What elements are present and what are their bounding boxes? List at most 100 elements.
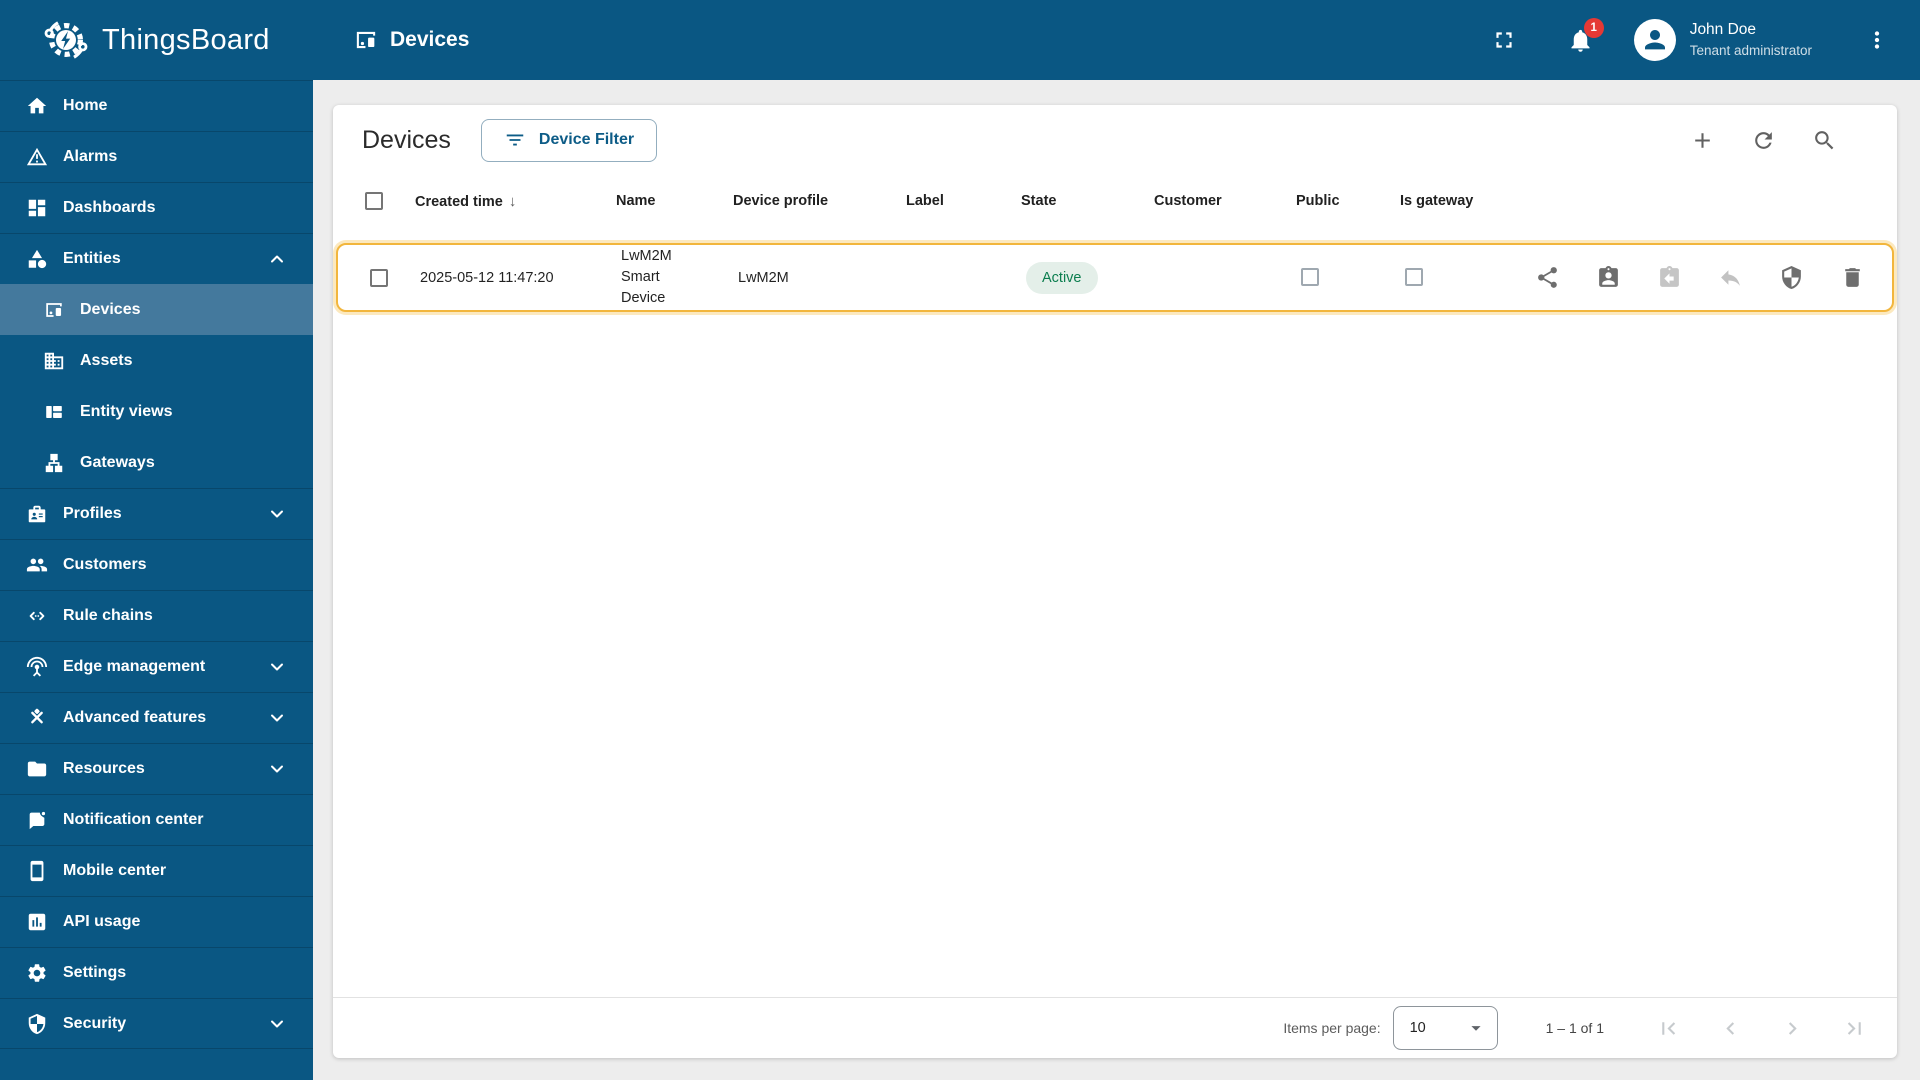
customers-icon <box>26 558 48 572</box>
column-header-device-profile[interactable]: Device profile <box>733 193 906 209</box>
sidebar-item-label: Mobile center <box>63 862 167 879</box>
sidebar-item-home[interactable]: Home <box>0 80 313 131</box>
fullscreen-button[interactable] <box>1491 27 1517 53</box>
column-header-is-gateway[interactable]: Is gateway <box>1400 193 1530 209</box>
pagination-controls <box>1656 1016 1867 1041</box>
sidebar-item-label: Customers <box>63 556 147 573</box>
devices-icon <box>46 302 62 317</box>
delete-icon <box>1845 268 1860 287</box>
share-icon <box>1538 267 1557 288</box>
chevron-down-icon <box>271 663 283 671</box>
sidebar-item-edge-management[interactable]: Edge management <box>0 641 313 692</box>
chevron-up-icon <box>271 255 283 263</box>
unassign-icon <box>1721 270 1740 286</box>
cell-state: Active <box>1026 261 1159 294</box>
more-menu-button[interactable] <box>1864 27 1890 53</box>
previous-page-icon <box>1726 1021 1735 1035</box>
chevron-down-icon <box>271 714 283 722</box>
sidebar-item-label: Settings <box>63 964 127 981</box>
sidebar-item-entity-views[interactable]: Entity views <box>0 386 313 437</box>
notification-badge: 1 <box>1583 17 1604 38</box>
main-content: Devices Device Filter Created time ↓ Nam… <box>313 80 1920 1080</box>
page-title: Devices <box>362 125 451 154</box>
sidebar-item-security[interactable]: Security <box>0 998 313 1049</box>
sidebar-item-customers[interactable]: Customers <box>0 539 313 590</box>
previous-page-button[interactable] <box>1718 1016 1743 1041</box>
sidebar-item-label: Entities <box>63 250 121 267</box>
make-public-button[interactable] <box>1657 265 1682 290</box>
sidebar-item-advanced-features[interactable]: Advanced features <box>0 692 313 743</box>
user-avatar[interactable] <box>1633 19 1676 61</box>
sidebar-item-notification-center[interactable]: Notification center <box>0 794 313 845</box>
sidebar-item-devices[interactable]: Devices <box>0 284 313 335</box>
table-row[interactable]: 2025-05-12 11:47:20 LwM2M Smart Device L… <box>336 243 1894 312</box>
items-per-page-select[interactable]: 10 <box>1392 1006 1498 1050</box>
add-device-button[interactable] <box>1690 128 1715 153</box>
select-caret-icon <box>1471 1026 1481 1031</box>
edge-management-icon <box>26 656 48 677</box>
first-page-button[interactable] <box>1656 1016 1681 1041</box>
resources-icon <box>27 761 47 777</box>
select-all-checkbox[interactable] <box>365 192 383 210</box>
unassign-button[interactable] <box>1718 265 1743 290</box>
rule-chains-icon <box>29 611 45 621</box>
sidebar-item-rule-chains[interactable]: Rule chains <box>0 590 313 641</box>
thingsboard-logo[interactable]: ThingsBoard <box>0 16 313 64</box>
chevron-down-icon <box>271 1020 283 1027</box>
chevron-down-icon <box>271 510 283 518</box>
devices-card: Devices Device Filter Created time ↓ Nam… <box>333 105 1897 1058</box>
column-header-name[interactable]: Name <box>616 193 733 209</box>
sidebar-item-label: Rule chains <box>63 607 153 624</box>
delete-button[interactable] <box>1840 265 1865 290</box>
user-info[interactable]: John Doe Tenant administrator <box>1690 19 1812 61</box>
filter-icon <box>506 134 524 146</box>
device-filter-button[interactable]: Device Filter <box>480 118 658 162</box>
make-public-icon <box>1660 266 1679 287</box>
sidebar-item-alarms[interactable]: Alarms <box>0 131 313 182</box>
last-page-button[interactable] <box>1842 1016 1867 1041</box>
column-header-created-time[interactable]: Created time ↓ <box>415 193 616 210</box>
user-avatar-icon <box>1644 30 1665 50</box>
sidebar-item-label: Dashboards <box>63 199 156 216</box>
cell-created-time: 2025-05-12 11:47:20 <box>420 269 554 286</box>
settings-icon <box>28 964 46 982</box>
api-usage-icon <box>28 913 46 931</box>
user-name: John Doe <box>1689 20 1757 38</box>
column-header-label[interactable]: Label <box>906 193 1021 209</box>
sidebar-item-mobile-center[interactable]: Mobile center <box>0 845 313 896</box>
header-actions: 1 John Doe Tenant administrator <box>1491 17 1920 61</box>
sidebar-item-label: Resources <box>63 760 145 777</box>
column-header-public[interactable]: Public <box>1296 193 1400 209</box>
refresh-icon <box>1755 131 1772 149</box>
table-toolbar <box>1690 128 1867 153</box>
sidebar-item-api-usage[interactable]: API usage <box>0 896 313 947</box>
sidebar-item-entities[interactable]: Entities <box>0 233 313 284</box>
sidebar-item-assets[interactable]: Assets <box>0 335 313 386</box>
sidebar-item-gateways[interactable]: Gateways <box>0 437 313 488</box>
column-header-state[interactable]: State <box>1021 193 1154 209</box>
public-checkbox[interactable] <box>1301 267 1319 286</box>
sort-desc-icon: ↓ <box>508 192 517 210</box>
items-per-page-label: Items per page: <box>1283 1020 1381 1036</box>
is-gateway-checkbox[interactable] <box>1405 267 1423 286</box>
assign-customer-button[interactable] <box>1596 265 1621 290</box>
notification-center-icon <box>29 810 47 830</box>
row-actions <box>1535 265 1895 290</box>
next-page-button[interactable] <box>1780 1016 1805 1041</box>
search-button[interactable] <box>1812 128 1837 153</box>
manage-credentials-button[interactable] <box>1779 265 1804 290</box>
last-page-icon <box>1847 1021 1861 1035</box>
refresh-button[interactable] <box>1751 128 1776 153</box>
page-range-label: 1 – 1 of 1 <box>1545 1020 1604 1036</box>
share-button[interactable] <box>1535 265 1560 290</box>
sidebar-item-dashboards[interactable]: Dashboards <box>0 182 313 233</box>
sidebar-item-profiles[interactable]: Profiles <box>0 488 313 539</box>
alarms-icon <box>26 147 48 166</box>
breadcrumb-label: Devices <box>390 28 470 51</box>
sidebar-item-resources[interactable]: Resources <box>0 743 313 794</box>
column-header-customer[interactable]: Customer <box>1154 193 1296 209</box>
sidebar-item-settings[interactable]: Settings <box>0 947 313 998</box>
notifications-button[interactable]: 1 <box>1567 17 1604 54</box>
row-checkbox[interactable] <box>370 268 388 287</box>
card-header: Devices Device Filter <box>333 105 1897 163</box>
